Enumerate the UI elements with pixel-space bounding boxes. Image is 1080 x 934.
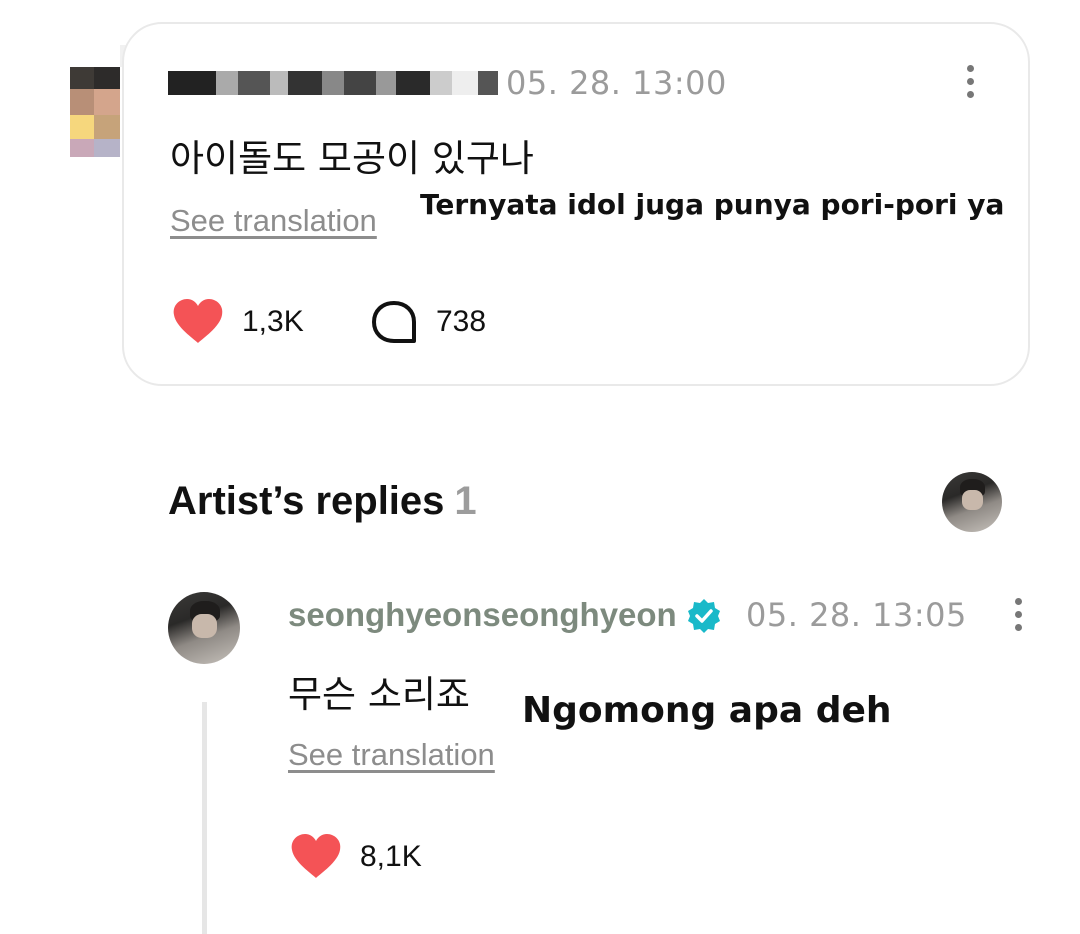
like-button[interactable]: 1,3K — [172, 299, 304, 345]
reply-timestamp: 05. 28. 13:05 — [746, 596, 967, 634]
kebab-menu-icon[interactable] — [1015, 598, 1023, 637]
artist-replies-title: Artist’s replies 1 — [168, 479, 477, 524]
reply-author-avatar[interactable] — [168, 592, 240, 664]
verified-badge-icon — [688, 599, 720, 633]
speech-bubble-icon — [372, 301, 416, 343]
like-count: 8,1K — [360, 840, 422, 873]
see-translation-link[interactable]: See translation — [288, 737, 495, 773]
translation-overlay: Ngomong apa deh — [522, 690, 892, 731]
see-translation-link[interactable]: See translation — [170, 203, 377, 239]
heart-icon — [173, 299, 223, 343]
comment-button[interactable]: 738 — [370, 299, 486, 345]
kebab-menu-icon[interactable] — [967, 65, 975, 104]
reply-text: 무슨 소리죠 — [288, 673, 470, 716]
artist-replies-label: Artist’s replies — [168, 479, 445, 523]
thread-line — [202, 702, 207, 934]
post-card: 05. 28. 13:00 아이돌도 모공이 있구나 See translati… — [122, 22, 1030, 386]
like-button[interactable]: 8,1K — [290, 834, 422, 880]
translation-overlay: Ternyata idol juga punya pori-pori ya — [420, 188, 1005, 221]
blurred-username[interactable] — [168, 71, 498, 95]
reply-username[interactable]: seonghyeonseonghyeon — [288, 596, 677, 634]
post-text: 아이돌도 모공이 있구나 — [170, 137, 534, 180]
artist-avatar-small[interactable] — [942, 472, 1002, 532]
like-count: 1,3K — [242, 305, 304, 338]
post-timestamp: 05. 28. 13:00 — [506, 64, 727, 102]
heart-icon — [291, 834, 341, 878]
comment-count: 738 — [436, 305, 487, 338]
artist-replies-count: 1 — [454, 479, 477, 523]
